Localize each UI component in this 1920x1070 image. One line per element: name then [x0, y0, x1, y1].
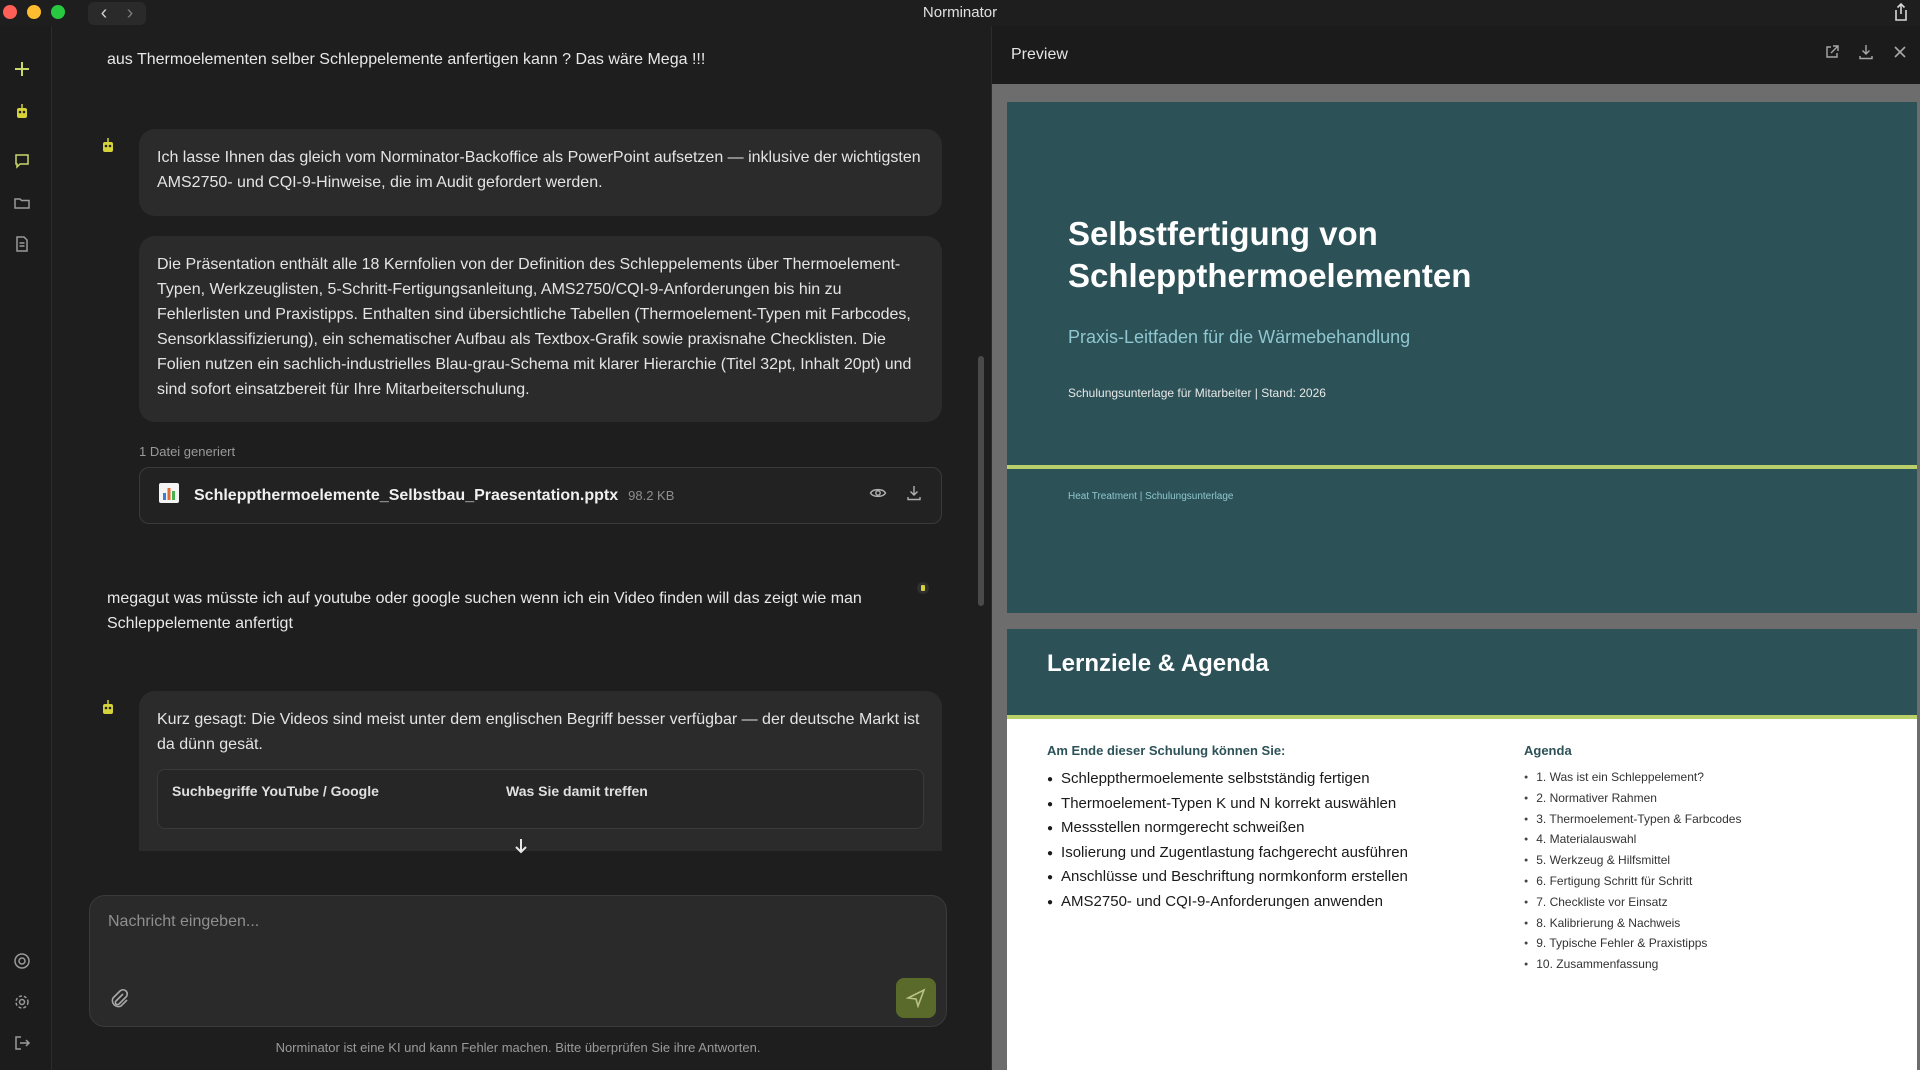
list-item: 9. Typische Fehler & Praxistipps: [1524, 933, 1741, 954]
folder-icon[interactable]: [11, 192, 33, 214]
close-icon[interactable]: [1891, 43, 1909, 66]
file-card[interactable]: Schleppthermoelemente_Selbstbau_Praesent…: [139, 467, 942, 524]
user-message: aus Thermoelementen selber Schleppelemen…: [107, 51, 706, 68]
table-header: Suchbegriffe YouTube / Google: [172, 783, 379, 799]
bot-message: Kurz gesagt: Die Videos sind meist unter…: [157, 711, 920, 753]
bot-message: Ich lasse Ihnen das gleich vom Norminato…: [139, 129, 942, 216]
slide-title: Selbstfertigung von Schleppthermoelement…: [1007, 102, 1917, 613]
message-input[interactable]: [108, 908, 908, 936]
agenda-list: 1. Was ist ein Schleppelement? 2. Normat…: [1524, 767, 1741, 975]
chat-area: aus Thermoelementen selber Schleppelemen…: [53, 26, 990, 1070]
bot-icon[interactable]: [11, 100, 33, 122]
list-item: 3. Thermoelement-Typen & Farbcodes: [1524, 809, 1741, 830]
bot-message-container: Kurz gesagt: Die Videos sind meist unter…: [139, 691, 942, 851]
slide-canvas[interactable]: Selbstfertigung von Schleppthermoelement…: [992, 84, 1920, 1070]
send-icon: [906, 988, 926, 1008]
share-icon[interactable]: [1890, 1, 1912, 23]
file-size: 98.2 KB: [628, 488, 675, 503]
help-icon[interactable]: [11, 950, 33, 972]
preview-header: Preview: [992, 26, 1920, 84]
logout-icon[interactable]: [11, 1032, 33, 1054]
bot-avatar-icon: [100, 698, 116, 716]
chat-scrollbar[interactable]: [978, 356, 984, 606]
bot-message: Die Präsentation enthält alle 18 Kernfol…: [139, 236, 942, 422]
list-item: Messstellen normgerecht schweißen: [1047, 816, 1408, 841]
search-terms-table: Suchbegriffe YouTube / Google Was Sie da…: [157, 769, 924, 829]
list-item: 4. Materialauswahl: [1524, 829, 1741, 850]
list-item: Thermoelement-Typen K und N korrekt ausw…: [1047, 792, 1408, 817]
slide-divider: [1007, 715, 1917, 719]
goals-heading: Am Ende dieser Schulung können Sie:: [1047, 743, 1286, 758]
list-item: 6. Fertigung Schritt für Schritt: [1524, 871, 1741, 892]
new-chat-icon[interactable]: [11, 58, 33, 80]
slide-heading: Lernziele & Agenda: [1047, 650, 1269, 677]
file-name[interactable]: Schleppthermoelemente_Selbstbau_Praesent…: [194, 487, 618, 505]
list-item: 7. Checkliste vor Einsatz: [1524, 892, 1741, 913]
slide-title-heading: Selbstfertigung von Schleppthermoelement…: [1068, 215, 1472, 294]
scroll-down-icon[interactable]: [508, 836, 534, 862]
message-composer: [89, 895, 947, 1027]
window-title: Norminator: [922, 4, 998, 21]
list-item: Schleppthermoelemente selbstständig fert…: [1047, 767, 1408, 792]
table-header: Was Sie damit treffen: [506, 783, 648, 799]
goals-list: Schleppthermoelemente selbstständig fert…: [1047, 767, 1408, 914]
send-button[interactable]: [896, 978, 936, 1018]
chat-bubble-icon[interactable]: [11, 150, 33, 172]
disclaimer: Norminator ist eine KI und kann Fehler m…: [275, 1040, 761, 1055]
open-external-icon[interactable]: [1823, 43, 1841, 66]
slide-meta: Schulungsunterlage für Mitarbeiter | Sta…: [1068, 386, 1326, 400]
sidebar-rail: [0, 26, 52, 1070]
title-bar: ‹ › Norminator: [0, 0, 1920, 26]
list-item: 1. Was ist ein Schleppelement?: [1524, 767, 1741, 788]
agenda-heading: Agenda: [1524, 743, 1572, 758]
preview-panel: Preview Selbstfertigung von Schlepptherm…: [991, 26, 1920, 1070]
preview-title: Preview: [1011, 46, 1068, 63]
list-item: Isolierung und Zugentlastung fachgerecht…: [1047, 841, 1408, 866]
user-message: megagut was müsste ich auf youtube oder …: [107, 590, 862, 632]
download-icon[interactable]: [905, 484, 923, 507]
list-item: Anschlüsse und Beschriftung normkonform …: [1047, 865, 1408, 890]
slide-header-band: Lernziele & Agenda: [1007, 629, 1917, 715]
slide-divider: [1007, 465, 1917, 469]
slide-footer: Heat Treatment | Schulungsunterlage: [1068, 491, 1234, 502]
list-item: 8. Kalibrierung & Nachweis: [1524, 913, 1741, 934]
files-generated-label: 1 Datei generiert: [139, 444, 236, 459]
settings-gear-icon[interactable]: [11, 991, 33, 1013]
download-icon[interactable]: [1857, 43, 1875, 66]
eye-icon[interactable]: [869, 484, 887, 507]
list-item: AMS2750- und CQI-9-Anforderungen anwende…: [1047, 890, 1408, 915]
slide-subtitle: Praxis-Leitfaden für die Wärmebehandlung: [1068, 327, 1411, 347]
document-icon[interactable]: [11, 233, 33, 255]
list-item: 5. Werkzeug & Hilfsmittel: [1524, 850, 1741, 871]
presentation-file-icon: [158, 482, 180, 509]
list-item: 10. Zusammenfassung: [1524, 954, 1741, 975]
user-avatar-icon: [916, 581, 930, 600]
slide-agenda: Lernziele & Agenda Am Ende dieser Schulu…: [1007, 629, 1917, 1070]
bot-avatar-icon: [100, 136, 116, 154]
paperclip-icon[interactable]: [108, 988, 132, 1012]
list-item: 2. Normativer Rahmen: [1524, 788, 1741, 809]
